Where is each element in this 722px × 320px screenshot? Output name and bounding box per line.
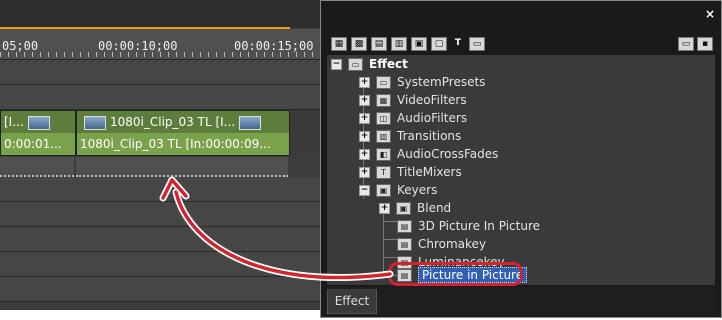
tree-item-3d-pip[interactable]: ▤ 3D Picture In Picture <box>397 217 540 235</box>
effect-tree: − ▭ Effect + ▭ SystemPresets + ▦ VideoFi… <box>327 55 715 285</box>
timecode-label: 00:00:10;00 <box>98 39 178 53</box>
tree-node-label: Keyers <box>397 183 438 197</box>
folder-icon: ▭ <box>376 75 391 89</box>
tree-item-keyers[interactable]: − ▣ Keyers <box>359 181 437 199</box>
tree-node-label: SystemPresets <box>397 75 486 89</box>
time-ruler[interactable]: 05;00 00:00:10;00 00:00:15;00 <box>0 29 320 60</box>
tree-item-audiocrossfades[interactable]: + ◧ AudioCrossFades <box>359 145 498 163</box>
highlight-callout <box>388 262 523 286</box>
palette-toolbar-right: ▭ ▪ <box>678 37 713 51</box>
collapse-icon[interactable]: − <box>359 184 370 196</box>
track-lane[interactable] <box>0 252 320 277</box>
box-icon[interactable]: ▣ <box>411 37 427 51</box>
tree-node-label: Transitions <box>397 129 462 143</box>
clip-thumbnail <box>27 115 50 130</box>
tree-item-transitions[interactable]: + ▥ Transitions <box>359 127 461 145</box>
tab-effect[interactable]: Effect <box>327 289 377 314</box>
expand-icon[interactable]: + <box>359 112 370 124</box>
video-track[interactable]: [I... 0:00:01... 1080i_Clip_03 TL [I... … <box>0 110 320 156</box>
palette-toolbar: ▦ ▩ ▤ ▥ ▣ ▢ T ▭ <box>331 37 485 51</box>
timecode-label: 00:00:15;00 <box>234 39 314 53</box>
tree-item-titlemixers[interactable]: + T TitleMixers <box>359 163 462 181</box>
tree-node-label: AudioCrossFades <box>397 147 499 161</box>
tree-guide <box>383 221 397 222</box>
clip-sub-label: 1080i_Clip_03 TL [In:00:00:09... <box>77 133 289 155</box>
tree-node-label: Effect <box>369 57 408 71</box>
clip-mixer-area[interactable] <box>76 157 288 177</box>
grid2-icon[interactable]: ▩ <box>351 37 367 51</box>
tree-guide <box>383 257 397 258</box>
box2-icon[interactable]: ▢ <box>431 37 447 51</box>
title-t-icon[interactable]: T <box>451 37 465 49</box>
tree-guide <box>383 239 397 240</box>
folder-open-icon: ▭ <box>348 57 363 71</box>
tree-node-label: AudioFilters <box>397 111 468 125</box>
timeline-toolbar <box>0 0 320 28</box>
tree-item-systempresets[interactable]: + ▭ SystemPresets <box>359 73 485 91</box>
expand-icon[interactable]: + <box>359 148 370 160</box>
monitor-icon[interactable]: ▭ <box>469 37 485 51</box>
tree-node-label: Blend <box>417 201 452 215</box>
tree-node-label: VideoFilters <box>397 93 467 107</box>
track-lane[interactable] <box>0 202 320 227</box>
track-lane[interactable] <box>0 60 320 85</box>
expand-icon[interactable]: + <box>359 166 370 178</box>
tree-node-label: 3D Picture In Picture <box>418 219 540 233</box>
tree-item-videofilters[interactable]: + ▦ VideoFilters <box>359 91 467 109</box>
track-lane[interactable] <box>0 85 320 110</box>
palette-tab-bar: Effect <box>327 287 715 315</box>
close-icon[interactable]: × <box>705 7 715 21</box>
lock-icon[interactable]: ▪ <box>697 37 713 51</box>
tree-root-effect[interactable]: − ▭ Effect <box>331 55 408 73</box>
expand-icon[interactable]: + <box>359 130 370 142</box>
audio-filter-icon: ◫ <box>376 111 391 125</box>
tree-item-blend[interactable]: + ▣ Blend <box>379 199 451 217</box>
tree-item-audiofilters[interactable]: + ◫ AudioFilters <box>359 109 467 127</box>
audio-crossfade-icon: ◧ <box>376 147 391 161</box>
expand-icon[interactable]: + <box>359 94 370 106</box>
timeline-clip[interactable]: [I... 0:00:01... <box>0 110 76 156</box>
collapse-icon[interactable]: − <box>331 58 342 70</box>
clip-thumbnail <box>239 115 262 130</box>
clip-mixer-area[interactable] <box>0 157 74 177</box>
track-lane[interactable] <box>0 227 320 252</box>
window-icon[interactable]: ▭ <box>678 37 694 51</box>
timeline-clip[interactable]: 1080i_Clip_03 TL [I... 1080i_Clip_03 TL … <box>76 110 290 156</box>
tree-item-chromakey[interactable]: ▤ Chromakey <box>397 235 486 253</box>
clip-label: [I... <box>4 115 24 129</box>
ruler-ticks <box>0 52 320 57</box>
grid-icon[interactable]: ▦ <box>331 37 347 51</box>
expand-icon[interactable]: + <box>359 76 370 88</box>
video-filter-icon: ▦ <box>376 93 391 107</box>
timeline-panel: 05;00 00:00:10;00 00:00:15;00 [I... 0:00… <box>0 0 320 310</box>
track-lane[interactable] <box>0 177 320 202</box>
clip-thumbnail <box>84 115 106 130</box>
list2-icon[interactable]: ▥ <box>391 37 407 51</box>
chromakey-effect-icon: ▤ <box>397 237 412 251</box>
clip-label: 1080i_Clip_03 TL [I... <box>110 115 236 129</box>
keyer-folder-icon: ▣ <box>396 201 411 215</box>
expand-icon[interactable]: + <box>379 202 390 214</box>
clip-sub-label: 0:00:01... <box>1 133 75 155</box>
keyer-icon: ▣ <box>376 183 391 197</box>
timecode-label: 05;00 <box>2 39 39 53</box>
pip-effect-icon: ▤ <box>397 219 412 233</box>
list-icon[interactable]: ▤ <box>371 37 387 51</box>
track-lane[interactable] <box>0 277 320 302</box>
tree-node-label: Chromakey <box>418 237 487 251</box>
transition-icon: ▥ <box>376 129 391 143</box>
tree-node-label: TitleMixers <box>397 165 462 179</box>
title-mixer-icon: T <box>376 165 391 179</box>
